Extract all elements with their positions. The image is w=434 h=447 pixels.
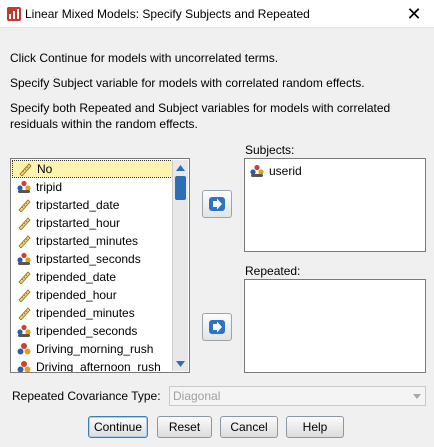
nominal-circles-icon	[16, 342, 32, 356]
continue-button[interactable]: Continue	[88, 416, 148, 438]
variable-list-item-label: tripstarted_hour	[36, 216, 121, 230]
variable-list-item[interactable]: No	[12, 160, 173, 178]
scroll-down-arrow[interactable]	[173, 356, 188, 371]
dropdown-arrow-icon	[413, 394, 421, 399]
variable-list-item[interactable]: Driving_afternoon_rush	[12, 358, 173, 373]
variable-list[interactable]: No tripid tripstarted_date tripstarted_hour…	[10, 158, 190, 373]
variable-list-item[interactable]: tripstarted_hour	[12, 214, 173, 232]
variable-list-item[interactable]: Driving_morning_rush	[12, 340, 173, 358]
variable-list-item[interactable]: tripended_date	[12, 268, 173, 286]
spss-app-icon	[7, 7, 21, 21]
info-text-2: Specify Subject variable for models with…	[10, 76, 365, 90]
scale-ruler-icon	[16, 270, 32, 285]
covariance-type-select: Diagonal	[169, 386, 426, 406]
subjects-label: Subjects:	[245, 143, 295, 157]
scale-ruler-icon	[16, 234, 32, 249]
variable-list-item[interactable]: tripended_minutes	[12, 304, 173, 322]
scale-ruler-icon	[16, 288, 32, 303]
variable-list-item-label: tripid	[36, 180, 63, 194]
cancel-button[interactable]: Cancel	[220, 416, 278, 438]
reset-button[interactable]: Reset	[157, 416, 212, 438]
info-text-3a: Specify both Repeated and Subject variab…	[10, 101, 391, 115]
variable-list-item-label: tripended_date	[36, 270, 117, 284]
repeated-label: Repeated:	[245, 264, 301, 278]
variable-list-item-label: Driving_afternoon_rush	[36, 360, 161, 373]
arrow-right-icon	[209, 320, 225, 334]
variable-list-item-label: tripended_hour	[36, 288, 117, 302]
variable-list-item-label: tripstarted_minutes	[36, 234, 139, 248]
close-icon: ✕	[406, 3, 422, 24]
subjects-item-userid[interactable]: userid	[249, 162, 302, 180]
nominal-circles-icon	[16, 360, 32, 372]
subjects-item-label: userid	[269, 164, 302, 178]
help-button[interactable]: Help	[286, 416, 344, 438]
variable-list-item[interactable]: tripid	[12, 178, 173, 196]
scale-ruler-icon	[16, 306, 32, 321]
scale-ruler-icon	[16, 216, 32, 231]
info-text-3b: residuals within the random effects.	[10, 117, 198, 131]
repeated-list[interactable]	[244, 279, 426, 373]
covariance-type-label: Repeated Covariance Type:	[12, 389, 161, 403]
variable-list-item[interactable]: tripstarted_date	[12, 196, 173, 214]
variable-list-item[interactable]: tripended_hour	[12, 286, 173, 304]
chevron-up-icon	[176, 164, 185, 171]
window-title: Linear Mixed Models: Specify Subjects an…	[25, 7, 310, 21]
title-bar: Linear Mixed Models: Specify Subjects an…	[0, 0, 434, 28]
variable-list-item[interactable]: tripstarted_seconds	[12, 250, 173, 268]
variable-list-item-label: tripstarted_date	[36, 198, 120, 212]
nominal-people-icon	[16, 324, 32, 338]
nominal-people-icon	[250, 164, 264, 177]
nominal-people-icon	[16, 180, 32, 194]
chevron-down-icon	[176, 360, 185, 367]
scale-ruler-icon	[17, 162, 33, 177]
close-button[interactable]: ✕	[394, 0, 434, 28]
variable-list-item-label: tripended_seconds	[36, 324, 138, 338]
scale-ruler-icon	[16, 198, 32, 213]
covariance-type-value: Diagonal	[173, 389, 221, 403]
variable-list-item-label: tripstarted_seconds	[36, 252, 141, 266]
subjects-list[interactable]: userid	[244, 158, 426, 252]
variable-list-item-label: tripended_minutes	[36, 306, 135, 320]
scroll-thumb[interactable]	[175, 176, 186, 200]
arrow-right-icon	[209, 197, 225, 211]
variable-list-scrollbar[interactable]	[172, 160, 188, 371]
move-to-repeated-button[interactable]	[202, 313, 232, 341]
info-text-1: Click Continue for models with uncorrela…	[10, 51, 279, 65]
variable-list-item[interactable]: tripended_seconds	[12, 322, 173, 340]
variable-list-item-label: No	[37, 162, 53, 176]
nominal-people-icon	[16, 252, 32, 266]
scroll-up-arrow[interactable]	[173, 160, 188, 175]
variable-list-item[interactable]: tripstarted_minutes	[12, 232, 173, 250]
variable-list-item-label: Driving_morning_rush	[36, 342, 154, 356]
move-to-subjects-button[interactable]	[202, 190, 232, 218]
